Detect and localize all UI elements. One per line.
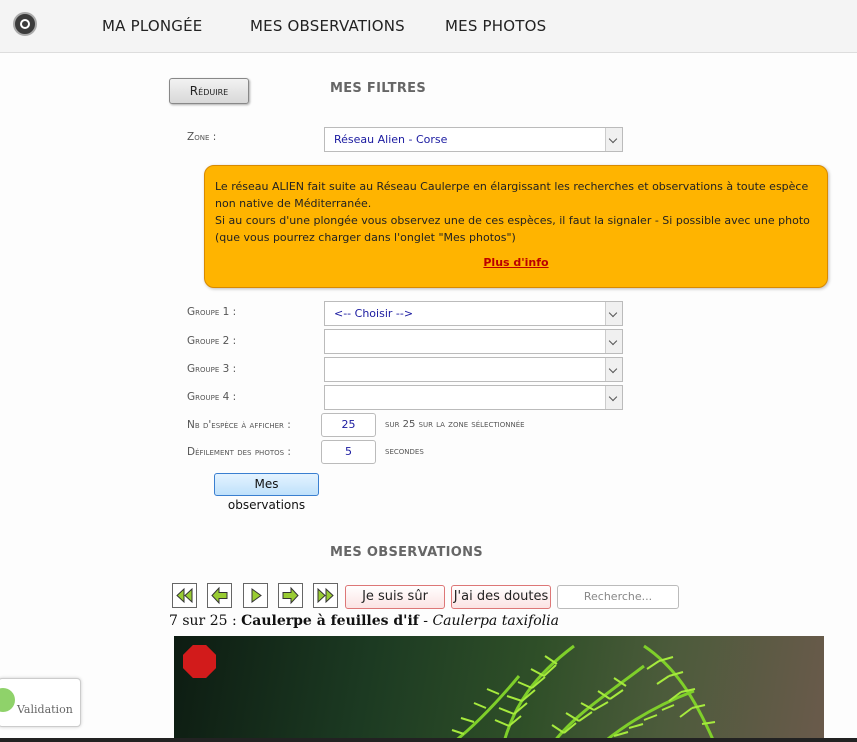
group2-select[interactable] bbox=[324, 329, 623, 354]
photo-caption: 7 sur 25 : Caulerpe à feuilles d'if - Ca… bbox=[169, 613, 559, 629]
validation-button[interactable]: Validation bbox=[0, 678, 81, 727]
info-text-2: Si au cours d'une plongée vous observez … bbox=[215, 214, 810, 244]
info-text-1: Le réseau ALIEN fait suite au Réseau Cau… bbox=[215, 180, 809, 210]
collapse-filters-button[interactable]: Réduire bbox=[169, 78, 249, 104]
scroll-speed-input[interactable]: 5 bbox=[321, 440, 376, 464]
more-info-link[interactable]: Plus d'info bbox=[215, 254, 817, 271]
nav-ma-plongee[interactable]: MA PLONGÉE bbox=[102, 17, 202, 35]
chevron-down-icon bbox=[605, 128, 622, 151]
validation-label: Validation bbox=[17, 703, 73, 716]
chevron-down-icon bbox=[605, 386, 622, 409]
show-observations-button[interactable]: Mes observations bbox=[214, 473, 319, 512]
last-photo-button[interactable] bbox=[313, 583, 338, 608]
group1-select-value: <-- Choisir --> bbox=[334, 307, 414, 320]
chevron-down-icon bbox=[605, 330, 622, 353]
nav-mes-observations[interactable]: MES OBSERVATIONS bbox=[250, 17, 405, 35]
group4-select[interactable] bbox=[324, 385, 623, 410]
nav-mes-photos[interactable]: MES PHOTOS bbox=[445, 17, 546, 35]
species-count-input[interactable]: 25 bbox=[321, 413, 376, 437]
double-arrow-right-icon bbox=[317, 587, 334, 604]
group2-label: Groupe 2 : bbox=[187, 335, 237, 347]
scroll-speed-suffix: secondes bbox=[385, 446, 424, 457]
filters-title: MES FILTRES bbox=[330, 81, 426, 96]
zone-label: Zone : bbox=[187, 131, 217, 143]
arrow-left-icon bbox=[211, 586, 228, 605]
play-icon bbox=[251, 588, 262, 603]
sure-button[interactable]: Je suis sûr bbox=[345, 585, 445, 609]
observations-title: MES OBSERVATIONS bbox=[330, 545, 483, 560]
previous-photo-button[interactable] bbox=[207, 583, 232, 608]
group1-label: Groupe 1 : bbox=[187, 306, 237, 318]
search-input[interactable]: Recherche... bbox=[557, 585, 679, 609]
next-photo-button[interactable] bbox=[278, 583, 303, 608]
group1-select[interactable]: <-- Choisir --> bbox=[324, 301, 623, 326]
scroll-speed-label: Défilement des photos : bbox=[187, 446, 291, 458]
first-photo-button[interactable] bbox=[172, 583, 197, 608]
bottom-strip bbox=[0, 738, 857, 742]
seaweed-image bbox=[451, 644, 716, 742]
doubt-button[interactable]: J'ai des doutes bbox=[451, 585, 551, 609]
chevron-down-icon bbox=[605, 358, 622, 381]
group3-select[interactable] bbox=[324, 357, 623, 382]
species-common-name: Caulerpe à feuilles d'if bbox=[241, 613, 419, 629]
dive-helmet-icon[interactable] bbox=[13, 12, 37, 36]
checkmark-icon bbox=[0, 688, 15, 712]
photo-counter: 7 sur 25 : bbox=[169, 613, 237, 629]
double-arrow-left-icon bbox=[176, 587, 193, 604]
info-box: Le réseau ALIEN fait suite au Réseau Cau… bbox=[204, 165, 828, 288]
invasive-species-badge bbox=[183, 645, 216, 678]
species-latin-name: Caulerpa taxifolia bbox=[432, 613, 559, 629]
species-photo[interactable] bbox=[174, 636, 824, 742]
play-button[interactable] bbox=[243, 583, 268, 608]
group3-label: Groupe 3 : bbox=[187, 363, 237, 375]
species-count-label: Nb d'espèce à afficher : bbox=[187, 419, 291, 431]
species-count-suffix: sur 25 sur la zone sélectionnée bbox=[385, 419, 525, 430]
zone-select-value: Réseau Alien - Corse bbox=[334, 133, 448, 146]
top-navigation: MA PLONGÉE MES OBSERVATIONS MES PHOTOS bbox=[0, 0, 857, 53]
chevron-down-icon bbox=[605, 302, 622, 325]
arrow-right-icon bbox=[282, 586, 299, 605]
group4-label: Groupe 4 : bbox=[187, 391, 237, 403]
caption-separator: - bbox=[423, 613, 428, 629]
zone-select[interactable]: Réseau Alien - Corse bbox=[324, 127, 623, 152]
